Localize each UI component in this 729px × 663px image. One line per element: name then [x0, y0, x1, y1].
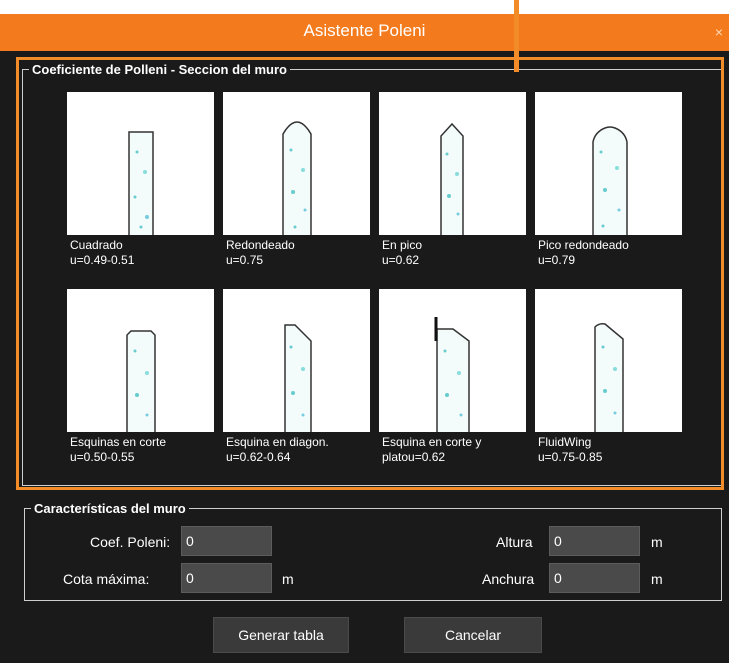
diagonal-corner-crest-icon [223, 289, 370, 432]
altura-unit: m [651, 534, 663, 550]
anchura-label: Anchura [482, 571, 535, 587]
close-icon[interactable]: × [715, 24, 723, 40]
square-crest-icon [67, 92, 214, 235]
shape-tile-esquina-en-diagon[interactable]: Esquina en diagon. u=0.62-0.64 [223, 289, 370, 465]
shape-coef: u=0.79 [538, 253, 576, 267]
cota-maxima-input[interactable] [181, 563, 272, 593]
shape-name: Redondeado [226, 238, 295, 252]
window-title: Asistente Poleni [303, 21, 426, 40]
rounded-peak-crest-icon [535, 92, 682, 235]
shape-tile-esquina-en-corte-platou[interactable]: Esquina en corte y platou=0.62 [379, 289, 526, 465]
altura-label: Altura [496, 534, 533, 550]
shape-name: Esquinas en corte [70, 435, 167, 449]
shape-name: FluidWing [538, 435, 592, 449]
coef-poleni-input[interactable] [181, 526, 272, 556]
background-strip [0, 0, 729, 14]
dialog-window: Asistente Poleni × Coeficiente de Pollen… [0, 14, 729, 663]
wall-characteristics-legend: Características del muro [34, 501, 186, 516]
anchura-input[interactable] [549, 563, 640, 593]
shape-tile-pico-redondeado[interactable]: Pico redondeado u=0.79 [535, 92, 682, 268]
generate-table-button[interactable]: Generar tabla [213, 617, 349, 653]
cancel-button[interactable]: Cancelar [404, 617, 542, 653]
shape-name: Esquina en corte y [382, 435, 482, 449]
shape-coef: u=0.62 [382, 253, 420, 267]
shape-tile-cuadrado[interactable]: Cuadrado u=0.49-0.51 [67, 92, 214, 268]
shape-tile-redondeado[interactable]: Redondeado u=0.75 [223, 92, 370, 268]
coef-poleni-label: Coef. Poleni: [90, 534, 171, 550]
rounded-crest-icon [223, 92, 370, 235]
shape-tile-en-pico[interactable]: En pico u=0.62 [379, 92, 526, 268]
shape-name: Pico redondeado [538, 238, 629, 252]
peaked-crest-icon [379, 92, 526, 235]
anchura-unit: m [651, 571, 663, 587]
cota-maxima-unit: m [282, 571, 294, 587]
title-bar[interactable]: Asistente Poleni × [0, 14, 729, 51]
shape-coef: u=0.62-0.64 [226, 450, 291, 464]
shape-coef: u=0.50-0.55 [70, 450, 135, 464]
shape-coef: u=0.49-0.51 [70, 253, 135, 267]
shape-name: En pico [382, 238, 423, 252]
shape-name: Cuadrado [70, 238, 123, 252]
annotation-pointer [514, 0, 519, 72]
shape-tile-esquinas-en-corte[interactable]: Esquinas en corte u=0.50-0.55 [67, 289, 214, 465]
shape-tile-fluidwing[interactable]: FluidWing u=0.75-0.85 [535, 289, 682, 465]
shape-coef: u=0.75 [226, 253, 264, 267]
cut-corner-plateau-crest-icon [379, 289, 526, 432]
shape-coef: u=0.75-0.85 [538, 450, 603, 464]
chamfered-corners-crest-icon [67, 289, 214, 432]
fluidwing-crest-icon [535, 289, 682, 432]
shape-name: Esquina en diagon. [226, 435, 329, 449]
cota-maxima-label: Cota máxima: [63, 571, 150, 587]
shape-coef: platou=0.62 [382, 450, 446, 464]
altura-input[interactable] [549, 526, 640, 556]
